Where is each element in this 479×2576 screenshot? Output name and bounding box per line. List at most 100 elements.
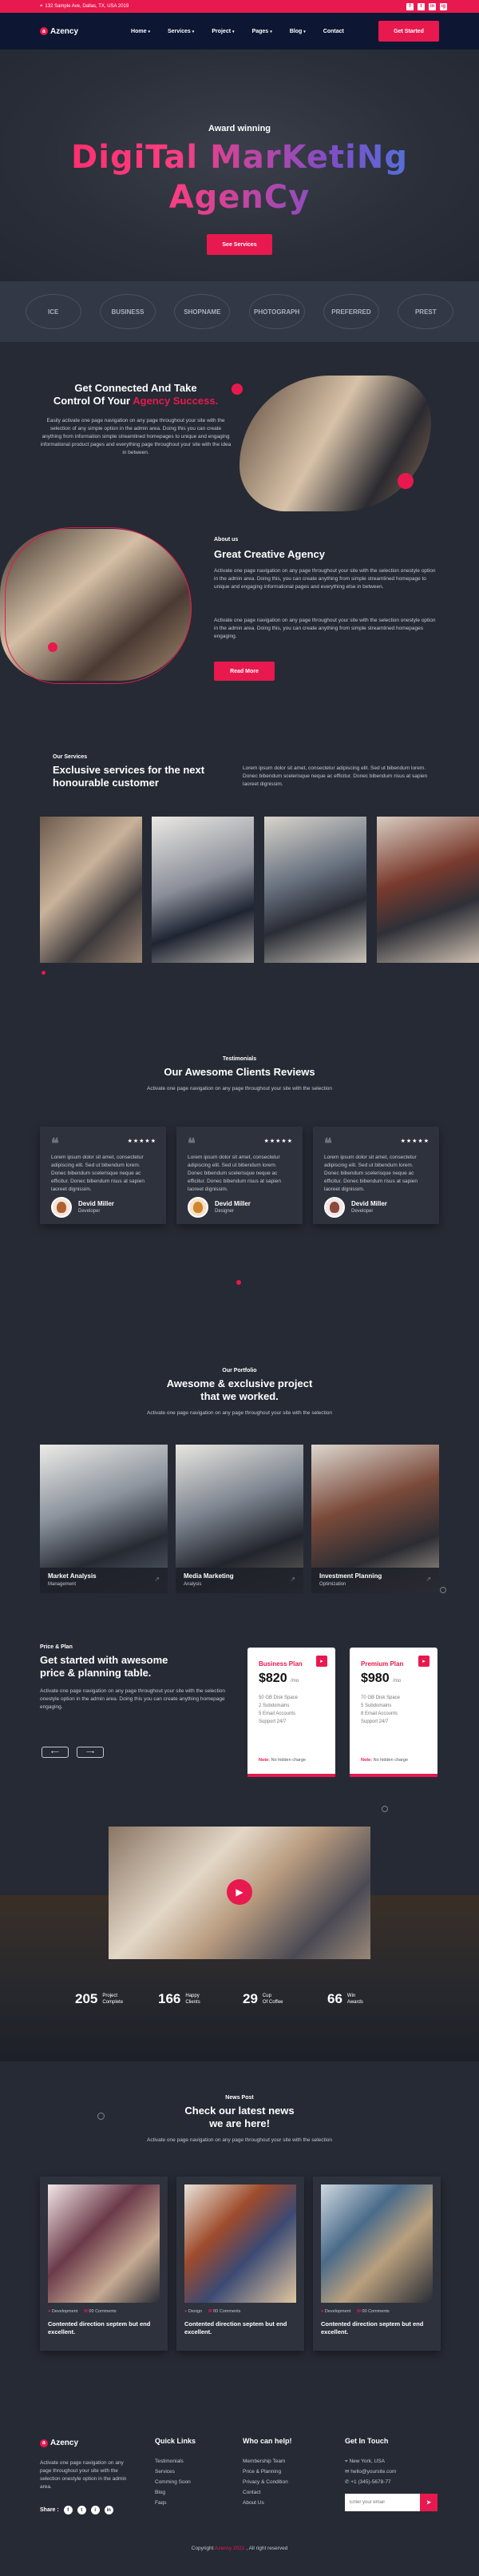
reviewer-role: Developer [351, 1209, 374, 1214]
nav-services[interactable]: Services ▾ [168, 29, 194, 34]
chevron-down-icon: ▾ [192, 29, 195, 34]
link-arrow-icon[interactable]: ↗ [154, 1576, 160, 1583]
slider-dot-active[interactable] [236, 1280, 241, 1285]
link-arrow-icon[interactable]: ↗ [426, 1576, 431, 1583]
link-arrow-icon[interactable]: ↗ [290, 1576, 295, 1583]
footer-link[interactable]: Privacy & Condition [243, 2477, 292, 2487]
footer-brand-logo[interactable]: a Azency [40, 2439, 78, 2447]
linkedin-icon[interactable]: in [104, 2506, 113, 2514]
service-card-photo[interactable] [264, 817, 366, 963]
service-card-photo[interactable] [152, 817, 254, 963]
twitter-icon[interactable]: t [418, 2, 425, 10]
client-logo: SHOPNAME [174, 294, 231, 329]
footer-link[interactable]: Price & Planning [243, 2467, 292, 2477]
news-photo [321, 2184, 433, 2303]
portfolio-category: Optimization [319, 1582, 346, 1587]
news-card[interactable]: ● Design ✉ 00 Comments Contented directio… [176, 2176, 304, 2351]
client-logos-strip: ICE BUSINESS SHOPNAME PHOTOGRAPH PREFERR… [0, 281, 479, 342]
plan-badge-icon: ▸ [316, 1656, 327, 1667]
portfolio-title-text: Media Marketing [184, 1572, 234, 1580]
news-title-text[interactable]: Contented direction septem but end excel… [184, 2320, 296, 2336]
nav-project[interactable]: Project ▾ [212, 29, 234, 34]
chevron-down-icon: ▾ [303, 29, 306, 34]
instagram-icon[interactable]: ig [440, 2, 447, 10]
portfolio-card[interactable]: Market Analysis Management ↗ [40, 1445, 168, 1593]
play-icon[interactable]: ▶ [227, 1879, 252, 1905]
news-title-text[interactable]: Contented direction septem but end excel… [321, 2320, 433, 2336]
nav-blog[interactable]: Blog ▾ [290, 29, 306, 34]
portfolio-title-text: Market Analysis [48, 1572, 97, 1580]
testimonial-card: ❝ ★★★★★ Lorem ipsum dolor sit amet, cons… [176, 1127, 303, 1224]
news-card[interactable]: ● Development ✉ 00 Comments Contented dir… [40, 2176, 168, 2351]
brand-logo[interactable]: a Azency [40, 27, 78, 36]
footer-about: Activate one page navigation on any page… [40, 2460, 127, 2490]
footer-link[interactable]: Services [155, 2467, 196, 2477]
nav-home[interactable]: Home ▾ [131, 29, 150, 34]
newsletter-email-input[interactable] [345, 2494, 420, 2511]
nav-contact[interactable]: Contact [323, 29, 344, 34]
stat-clients: 166 Happy Clients [158, 1991, 200, 2006]
pricing-body: Activate one page navigation on any page… [40, 1688, 225, 1710]
testimonial-text: Lorem ipsum dolor sit amet, consectetur … [188, 1155, 281, 1192]
comment-icon: ✉ [357, 2309, 361, 2314]
footer-link[interactable]: Testimonials [155, 2456, 196, 2467]
page: ⌖ 132 Sample Ave, Dallas, TX, USA 2019 f … [0, 0, 479, 2576]
service-card-photo[interactable] [377, 817, 479, 963]
testimonial-card: ❝ ★★★★★ Lorem ipsum dolor sit amet, cons… [40, 1127, 166, 1224]
news-title: Check our latest news we are here! [184, 2105, 295, 2129]
client-logo: PHOTOGRAPH [248, 294, 305, 329]
client-logo: PREST [398, 294, 454, 329]
prev-arrow-button[interactable]: ⟵ [42, 1747, 69, 1758]
testimonials-sub: Activate one page navigation on any page… [147, 1086, 332, 1091]
see-services-button[interactable]: See Services [207, 234, 272, 255]
news-card[interactable]: ● Development ✉ 00 Comments Contented dir… [313, 2176, 441, 2351]
footer-link[interactable]: Contact [243, 2487, 292, 2498]
news-title-text[interactable]: Contented direction septem but end excel… [48, 2320, 160, 2336]
slider-dot-active[interactable] [42, 971, 46, 975]
portfolio-card[interactable]: Investment Planning Optimization ↗ [311, 1445, 439, 1593]
portfolio-title-text: Investment Planning [319, 1572, 382, 1580]
services-eyebrow: Our Services [53, 754, 88, 760]
tag-icon: ● [48, 2309, 51, 2314]
next-arrow-button[interactable]: ⟶ [77, 1747, 104, 1758]
contact-email: hello@yoursite.com [350, 2469, 397, 2475]
footer-link[interactable]: About Us [243, 2498, 292, 2508]
news-meta: ● Development ✉ 00 Comments [48, 2309, 117, 2314]
decor-circle [382, 1806, 388, 1812]
quick-links-title: Quick Links [155, 2437, 196, 2445]
quote-icon: ❝ [188, 1135, 196, 1151]
help-title: Who can help! [243, 2437, 292, 2445]
team-laptop-photo [240, 376, 431, 511]
portfolio-sub: Activate one page navigation on any page… [147, 1410, 332, 1416]
get-in-touch-title: Get In Touch [345, 2437, 389, 2445]
reviewer-name: Devid Miller [78, 1200, 114, 1207]
logo-mark-icon: a [40, 2439, 48, 2447]
pricing-card-business: Business Plan ▸ $820 /mo 50 GB Disk Spac… [247, 1648, 335, 1777]
tag-icon: ● [321, 2309, 324, 2314]
linkedin-icon[interactable]: in [429, 2, 436, 10]
hero-title: DigiTal MarKetiNg AgenCy [0, 137, 479, 217]
get-started-button[interactable]: Get Started [378, 21, 439, 42]
read-more-button[interactable]: Read More [214, 662, 275, 681]
contact-address: New York, USA [349, 2459, 385, 2464]
news-photo [184, 2184, 296, 2303]
about-eyebrow: About us [214, 537, 239, 543]
connect-title: Get Connected And Take Control Of Your Ag… [53, 382, 219, 407]
send-icon[interactable]: ➤ [420, 2494, 437, 2511]
avatar [51, 1197, 72, 1218]
service-card-photo[interactable] [40, 817, 142, 963]
nav-pages[interactable]: Pages ▾ [252, 29, 272, 34]
footer-link[interactable]: Faqs [155, 2498, 196, 2508]
help-column: Who can help! Membership Team Price & Pl… [243, 2437, 292, 2508]
chevron-down-icon: ▾ [148, 29, 150, 34]
instagram-icon[interactable]: i [90, 2506, 100, 2514]
testimonials-eyebrow: Testimonials [222, 1056, 257, 1062]
twitter-icon[interactable]: t [77, 2506, 86, 2514]
footer-link[interactable]: Membership Team [243, 2456, 292, 2467]
facebook-icon[interactable]: f [63, 2506, 73, 2514]
footer-link[interactable]: Comming Soon [155, 2477, 196, 2487]
footer-link[interactable]: Blog [155, 2487, 196, 2498]
facebook-icon[interactable]: f [406, 2, 414, 10]
portfolio-card[interactable]: Media Marketing Analysis ↗ [176, 1445, 303, 1593]
logo-mark-icon: a [40, 27, 48, 35]
